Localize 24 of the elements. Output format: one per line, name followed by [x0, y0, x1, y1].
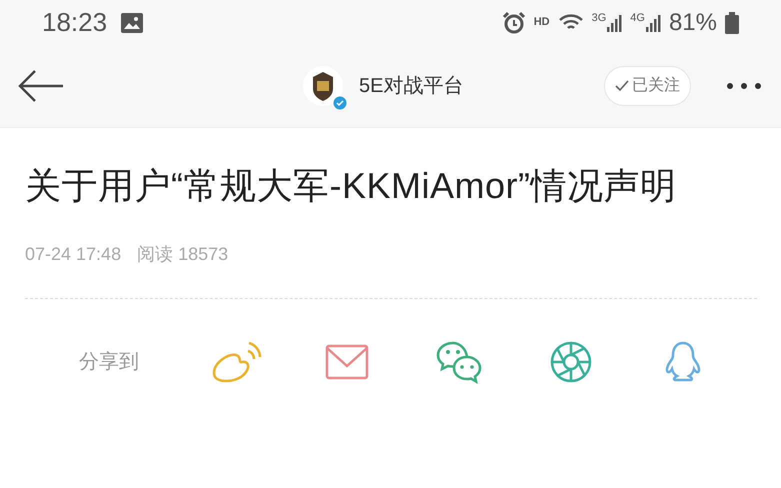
hd-label: HD — [534, 15, 550, 30]
shutter-icon[interactable] — [549, 340, 593, 384]
status-time: 18:23 — [42, 6, 108, 39]
back-arrow-icon — [18, 70, 64, 102]
network-label: 4G — [630, 12, 645, 24]
follow-button[interactable]: 已关注 — [604, 66, 691, 106]
alarm-icon — [502, 10, 526, 34]
battery-icon — [725, 12, 739, 34]
signal-icon — [644, 12, 661, 32]
account-avatar[interactable] — [303, 66, 343, 106]
article-title: 关于用户“常规大军-KKMiAmor”情况声明 — [25, 164, 678, 208]
check-icon — [615, 80, 629, 92]
image-icon — [121, 12, 144, 32]
network-label: 3G — [592, 12, 606, 24]
battery-percent: 81% — [668, 8, 717, 38]
account-name[interactable]: 5E对战平台 — [359, 71, 464, 101]
share-label: 分享到 — [79, 350, 140, 375]
read-count: 阅读 18573 — [137, 243, 228, 266]
penguin-icon[interactable] — [663, 340, 703, 384]
shield-logo-icon — [311, 71, 335, 101]
publish-date: 07-24 17:48 — [25, 243, 122, 266]
signal-icon — [606, 12, 622, 32]
mail-icon[interactable] — [325, 344, 369, 380]
chat-bubbles-icon[interactable] — [435, 340, 483, 384]
